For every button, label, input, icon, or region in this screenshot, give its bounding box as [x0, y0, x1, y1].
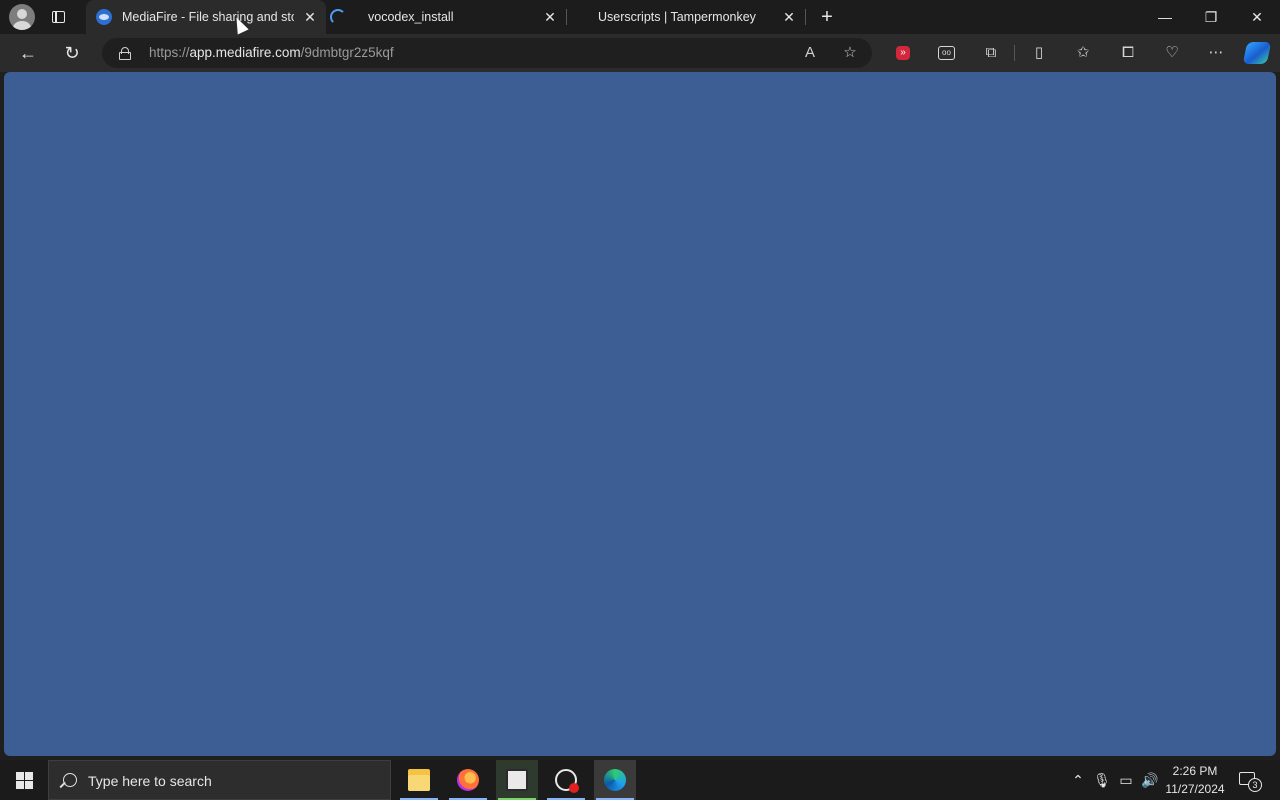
taskbar-obs[interactable] — [545, 760, 587, 800]
minimize-button[interactable]: — — [1142, 0, 1188, 34]
volume-icon[interactable]: 🔊 — [1140, 770, 1160, 790]
notification-count-badge: 3 — [1248, 778, 1262, 792]
extensions-puzzle-icon[interactable]: ⧉ — [981, 43, 1001, 63]
extension-box-icon[interactable]: oo — [938, 46, 955, 60]
collections-icon[interactable]: ⧠ — [1118, 43, 1138, 63]
search-icon — [63, 773, 77, 787]
notification-center-icon[interactable]: 3 — [1238, 770, 1262, 792]
taskbar-search-box[interactable]: Type here to search — [48, 760, 391, 800]
tab-title: MediaFire - File sharing and stora — [122, 10, 294, 24]
close-window-button[interactable]: ✕ — [1234, 0, 1280, 34]
file-explorer-icon — [408, 769, 430, 791]
taskbar: Type here to search ⌃ 🎙 ▭ 🔊 2:26 PM 11/2… — [0, 760, 1280, 800]
windows-start-icon[interactable] — [0, 760, 48, 800]
tab-mediafire[interactable]: MediaFire - File sharing and stora ✕ — [86, 0, 326, 34]
refresh-icon[interactable]: ↻ — [60, 41, 84, 65]
more-options-icon[interactable]: ⋯ — [1206, 43, 1226, 63]
tab-title: Userscripts | Tampermonkey — [598, 10, 756, 24]
favorites-icon[interactable]: ✩ — [1073, 43, 1093, 63]
taskbar-file-explorer[interactable] — [398, 760, 440, 800]
profile-avatar-icon[interactable] — [9, 4, 35, 30]
back-arrow-icon[interactable]: ← — [16, 41, 40, 65]
edge-icon — [604, 769, 626, 791]
read-aloud-icon[interactable]: A — [801, 44, 819, 62]
browser-essentials-icon[interactable]: ♡ — [1162, 43, 1182, 63]
clock-date: 11/27/2024 — [1165, 782, 1225, 796]
page-content — [4, 72, 1276, 756]
network-icon[interactable]: ▭ — [1116, 770, 1136, 790]
tab-strip: MediaFire - File sharing and stora ✕ voc… — [0, 0, 1280, 34]
split-screen-icon[interactable]: ▯ — [1029, 43, 1049, 63]
close-tab-icon[interactable]: ✕ — [542, 9, 558, 25]
video-editor-icon — [506, 769, 528, 791]
clock-time: 2:26 PM — [1172, 764, 1218, 778]
screen: MediaFire - File sharing and stora ✕ voc… — [0, 0, 1280, 800]
close-tab-icon[interactable]: ✕ — [302, 9, 318, 25]
taskbar-edge[interactable] — [594, 760, 636, 800]
tab-divider — [805, 9, 806, 25]
mediafire-icon — [96, 9, 112, 25]
new-tab-button[interactable]: + — [816, 6, 838, 28]
tab-vocodex-install[interactable]: vocodex_install ✕ — [326, 0, 566, 34]
loading-spinner-icon — [330, 9, 346, 25]
system-clock[interactable]: 2:26 PM 11/27/2024 — [1160, 762, 1230, 798]
copilot-icon[interactable] — [1242, 42, 1272, 64]
close-tab-icon[interactable]: ✕ — [781, 9, 797, 25]
firefox-icon — [457, 769, 479, 791]
taskbar-firefox[interactable] — [447, 760, 489, 800]
search-placeholder: Type here to search — [88, 773, 212, 789]
address-bar[interactable]: https://app.mediafire.com/9dmbtgr2z5kqf … — [102, 38, 872, 68]
extension-red-icon[interactable]: » — [896, 46, 910, 60]
show-hidden-icons-chevron-icon[interactable]: ⌃ — [1068, 770, 1088, 790]
restore-button[interactable]: ❐ — [1188, 0, 1234, 34]
favorite-star-icon[interactable]: ☆ — [841, 44, 859, 62]
url-text[interactable]: https://app.mediafire.com/9dmbtgr2z5kqf — [149, 45, 394, 60]
taskbar-video-editor[interactable] — [496, 760, 538, 800]
tab-title: vocodex_install — [368, 10, 454, 24]
microphone-icon[interactable]: 🎙 — [1092, 770, 1112, 790]
tab-tampermonkey[interactable]: Userscripts | Tampermonkey ✕ — [567, 0, 805, 34]
tab-actions-icon[interactable] — [50, 8, 68, 26]
lock-icon[interactable] — [119, 47, 131, 60]
obs-icon — [555, 769, 579, 793]
toolbar-divider — [1014, 45, 1015, 61]
navigation-bar: ← ↻ https://app.mediafire.com/9dmbtgr2z5… — [0, 34, 1280, 72]
